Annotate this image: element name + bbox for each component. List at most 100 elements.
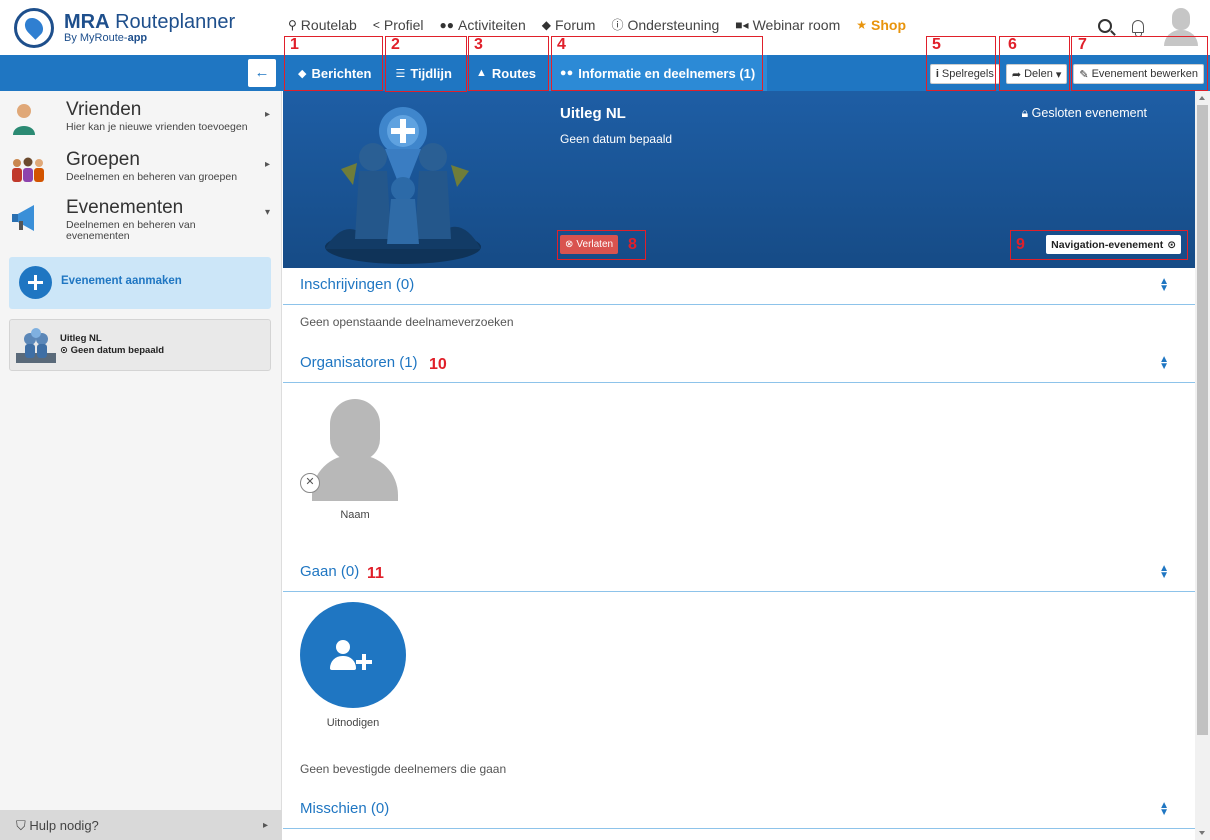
event-card-title: Uitleg NL	[60, 333, 102, 344]
group-icon	[12, 157, 44, 182]
friend-icon	[13, 104, 35, 135]
annotation-2: 2	[391, 36, 400, 53]
sidebar-item-vrienden-title: Vrienden	[66, 99, 142, 120]
gaan-note: Geen bevestigde deelnemers die gaan	[300, 762, 507, 776]
annotation-11: 11	[367, 565, 384, 582]
nav-routelab-label: Routelab	[300, 16, 357, 33]
nav-ondersteuning[interactable]: ⓘ Ondersteuning	[611, 16, 719, 33]
brand-title-bold: MRA	[64, 11, 110, 33]
section-organisatoren-title: Organisatoren (1)	[300, 354, 418, 371]
sidebar-collapse-button[interactable]: ←	[248, 59, 276, 87]
plus-circle-icon	[19, 266, 52, 299]
map-marker-icon: ⚲	[288, 17, 297, 32]
main-nav: ⚲ Routelab < Profiel ●● Activiteiten ◆ Forum…	[288, 16, 906, 33]
create-event-label: Evenement aanmaken	[61, 275, 182, 287]
section-gaan-title: Gaan (0)	[300, 563, 360, 580]
help-bar[interactable]: ⛉ Hulp nodig? ▸	[0, 810, 282, 840]
brand-logo[interactable]: MRA Routeplanner By MyRoute-app	[14, 5, 254, 51]
help-label: Hulp nodig?	[29, 818, 99, 833]
scrollbar-thumb[interactable]	[1197, 105, 1208, 735]
brand-title-rest: Routeplanner	[115, 11, 236, 33]
share-icon: <	[372, 17, 380, 32]
scroll-up-icon[interactable]	[1199, 96, 1205, 100]
sort-icon: ▲ ▼	[1159, 276, 1169, 294]
star-icon: ★	[856, 17, 868, 32]
event-closed-label: Gesloten evenement	[1031, 106, 1147, 120]
bell-icon[interactable]	[1132, 19, 1144, 37]
lock-icon: 🔒︎	[1021, 106, 1029, 120]
chevron-right-icon: ▸	[262, 820, 268, 831]
nav-ondersteuning-label: Ondersteuning	[627, 16, 720, 33]
nav-forum-label: Forum	[554, 16, 596, 33]
annotation-box-9	[1010, 230, 1188, 260]
chevron-right-icon: ▸	[264, 109, 270, 120]
sidebar: Vrienden Hier kan je nieuwe vrienden toe…	[0, 91, 282, 840]
section-inschrijvingen[interactable]: Inschrijvingen (0) ▲ ▼	[283, 268, 1195, 305]
sort-icon: ▲ ▼	[1159, 354, 1169, 372]
create-event-button[interactable]: Evenement aanmaken	[9, 257, 271, 309]
event-card-uitleg[interactable]: Uitleg NL ⊙ Geen datum bepaald	[9, 319, 271, 371]
remove-organizer-icon[interactable]: ✕	[300, 473, 320, 493]
sidebar-item-evenementen-subtitle: Deelnemen en beheren van evenementen	[66, 219, 196, 242]
sidebar-item-evenementen-title: Evenementen	[66, 197, 184, 218]
annotation-5: 5	[932, 36, 941, 53]
info-icon: ⓘ	[611, 18, 624, 32]
invite-button[interactable]: Uitnodigen	[300, 602, 406, 729]
event-thumbnail	[16, 328, 56, 363]
annotation-6: 6	[1008, 36, 1017, 53]
page-scrollbar[interactable]	[1195, 91, 1210, 840]
help-shield-icon: ⛉	[16, 818, 26, 833]
section-misschien-title: Misschien (0)	[300, 800, 390, 817]
nav-webinar[interactable]: ■◂ Webinar room	[735, 16, 840, 33]
sort-icon: ▲ ▼	[1159, 800, 1169, 818]
users-icon: ●●	[439, 17, 455, 32]
search-icon[interactable]	[1098, 19, 1112, 33]
section-organisatoren[interactable]: Organisatoren (1) ▲ ▼	[283, 346, 1195, 383]
nav-profiel-label: Profiel	[383, 16, 424, 33]
nav-routelab[interactable]: ⚲ Routelab	[288, 16, 357, 33]
nav-activiteiten-label: Activiteiten	[458, 16, 526, 33]
nav-shop-label: Shop	[871, 16, 907, 33]
megaphone-icon	[12, 205, 34, 231]
comments-icon: ◆	[541, 17, 551, 32]
event-illustration	[325, 107, 481, 264]
sidebar-item-evenementen[interactable]: Evenementen Deelnemen en beheren van eve…	[0, 195, 282, 242]
sort-icon: ▲ ▼	[1159, 563, 1169, 581]
sidebar-item-groepen-subtitle: Deelnemen en beheren van groepen	[66, 171, 238, 183]
video-camera-icon: ■◂	[735, 17, 749, 32]
brand-sub-pre: By MyRoute-	[64, 32, 128, 44]
brand-sub-bold: app	[127, 32, 148, 44]
annotation-box-4	[551, 36, 763, 91]
annotation-10: 10	[429, 356, 447, 373]
annotation-9: 9	[1016, 236, 1025, 253]
annotation-3: 3	[474, 36, 483, 53]
sidebar-item-groepen[interactable]: Groepen Deelnemen en beheren van groepen…	[0, 147, 282, 193]
nav-profiel[interactable]: < Profiel	[373, 16, 424, 33]
chevron-down-icon: ▾	[264, 207, 270, 218]
clock-icon: ⊙	[60, 345, 68, 356]
nav-webinar-label: Webinar room	[752, 16, 841, 33]
annotation-8: 8	[628, 236, 637, 253]
sidebar-item-vrienden[interactable]: Vrienden Hier kan je nieuwe vrienden toe…	[0, 97, 282, 143]
event-title: Uitleg NL	[560, 105, 626, 122]
section-misschien[interactable]: Misschien (0) ▲ ▼	[283, 792, 1195, 829]
organizer-card[interactable]: ✕ Naam	[300, 391, 410, 521]
section-inschrijvingen-title: Inschrijvingen (0)	[300, 276, 415, 293]
event-card-date: Geen datum bepaald	[70, 345, 165, 356]
organizer-name: Naam	[340, 509, 370, 521]
annotation-7: 7	[1078, 36, 1087, 53]
inschrijvingen-note: Geen openstaande deelnameverzoeken	[300, 315, 514, 329]
arrow-left-icon: ←	[254, 64, 270, 81]
section-gaan[interactable]: Gaan (0) ▲ ▼	[283, 555, 1195, 592]
nav-shop[interactable]: ★ Shop	[856, 16, 906, 33]
annotation-1: 1	[290, 36, 299, 53]
sidebar-item-groepen-title: Groepen	[66, 149, 140, 170]
invite-label: Uitnodigen	[326, 717, 380, 729]
event-main: Uitleg NL Geen datum bepaald 🔒︎ Gesloten…	[283, 91, 1195, 840]
annotation-4: 4	[557, 36, 566, 53]
nav-activiteiten[interactable]: ●● Activiteiten	[440, 16, 526, 33]
scroll-down-icon[interactable]	[1199, 831, 1205, 835]
nav-forum[interactable]: ◆ Forum	[542, 16, 596, 33]
event-closed-status: 🔒︎ Gesloten evenement	[1022, 106, 1148, 121]
annotation-box-7	[1071, 36, 1208, 91]
